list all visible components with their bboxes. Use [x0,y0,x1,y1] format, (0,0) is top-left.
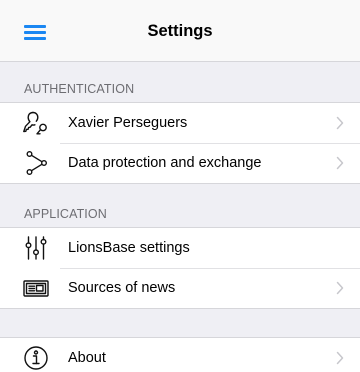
row-lionsbase-settings-label: LionsBase settings [68,240,190,256]
chevron-right-icon [336,116,344,130]
group-application: LionsBase settings Sources of news [0,227,360,309]
nav-bar: Settings [0,0,360,62]
row-lionsbase-settings[interactable]: LionsBase settings [0,228,360,268]
chevron-right-icon [336,351,344,365]
share-nodes-icon [20,147,52,179]
row-user-account[interactable]: Xavier Perseguers [0,103,360,143]
row-data-protection[interactable]: Data protection and exchange [0,143,360,183]
settings-screen: Settings AUTHENTICATION Xavier Perseguer… [0,0,360,372]
row-sources-of-news[interactable]: Sources of news [0,268,360,308]
page-title: Settings [147,22,213,40]
section-header-application: APPLICATION [24,207,107,221]
chevron-right-icon [336,281,344,295]
info-circle-icon [20,342,52,372]
newspaper-icon [20,272,52,304]
group-about: About [0,337,360,372]
sliders-icon [20,232,52,264]
group-authentication: Xavier Perseguers Data protection and ex… [0,102,360,184]
row-about-label: About [68,350,106,366]
chevron-right-icon [336,156,344,170]
row-user-account-label: Xavier Perseguers [68,115,188,131]
row-about[interactable]: About [0,338,360,372]
row-sources-of-news-label: Sources of news [68,280,176,296]
row-data-protection-label: Data protection and exchange [68,155,262,171]
user-key-icon [20,107,52,139]
section-header-authentication: AUTHENTICATION [24,82,135,96]
